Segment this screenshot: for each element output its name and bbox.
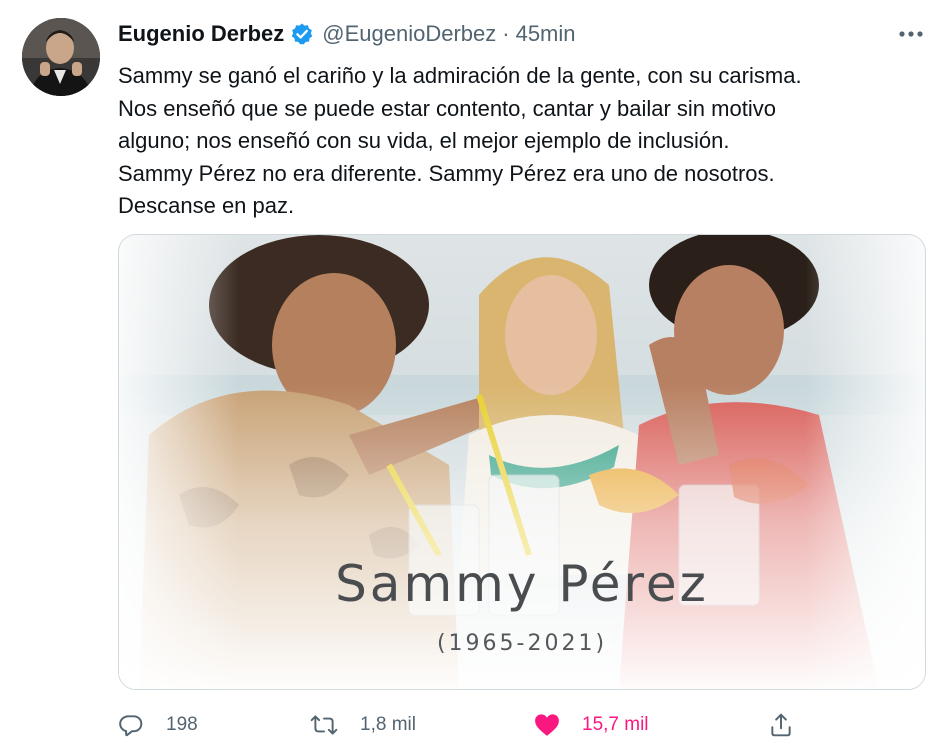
more-icon[interactable] [896, 20, 926, 48]
verified-badge-icon [290, 22, 314, 46]
tweet-text-line: Descanse en paz. [118, 193, 295, 218]
like-count: 15,7 mil [582, 714, 649, 735]
avatar-image [22, 18, 100, 96]
tweet-media[interactable]: Sammy Pérez (1965-2021) [118, 234, 926, 690]
reply-button[interactable]: 198 [118, 706, 198, 744]
tweet-header: Eugenio Derbez @EugenioDerbez · 45min [118, 18, 576, 50]
tweet-text-line: Sammy Pérez no era diferente. Sammy Pére… [118, 160, 775, 186]
tweet-text: Sammy se ganó el cariño y la admiración … [118, 60, 928, 223]
tweet-timestamp[interactable]: 45min [516, 21, 576, 47]
tweet-text-line: Sammy se ganó el cariño y la admiración … [118, 63, 802, 88]
memorial-name: Sammy Pérez [335, 555, 709, 613]
retweet-icon [310, 715, 338, 735]
share-icon [771, 713, 791, 737]
author-handle[interactable]: @EugenioDerbez [322, 21, 496, 47]
author-name[interactable]: Eugenio Derbez [118, 21, 284, 47]
retweet-count: 1,8 mil [360, 714, 416, 735]
share-button[interactable] [768, 706, 816, 744]
header-separator: · [502, 21, 510, 46]
avatar[interactable] [22, 18, 100, 96]
like-button[interactable]: 15,7 mil [534, 706, 649, 744]
media-photo [119, 235, 925, 689]
retweet-button[interactable]: 1,8 mil [310, 706, 416, 744]
memorial-years: (1965-2021) [436, 631, 608, 656]
tweet-actions: 198 1,8 mil 15,7 mil [118, 706, 808, 744]
tweet-text-line: alguno; nos enseñó con su vida, el mejor… [118, 128, 730, 153]
heart-icon [535, 714, 559, 736]
tweet[interactable]: Eugenio Derbez @EugenioDerbez · 45min Sa… [0, 0, 948, 756]
reply-icon [119, 715, 143, 737]
reply-count: 198 [166, 714, 198, 735]
tweet-text-line: Nos enseñó que se puede estar contento, … [118, 95, 776, 121]
